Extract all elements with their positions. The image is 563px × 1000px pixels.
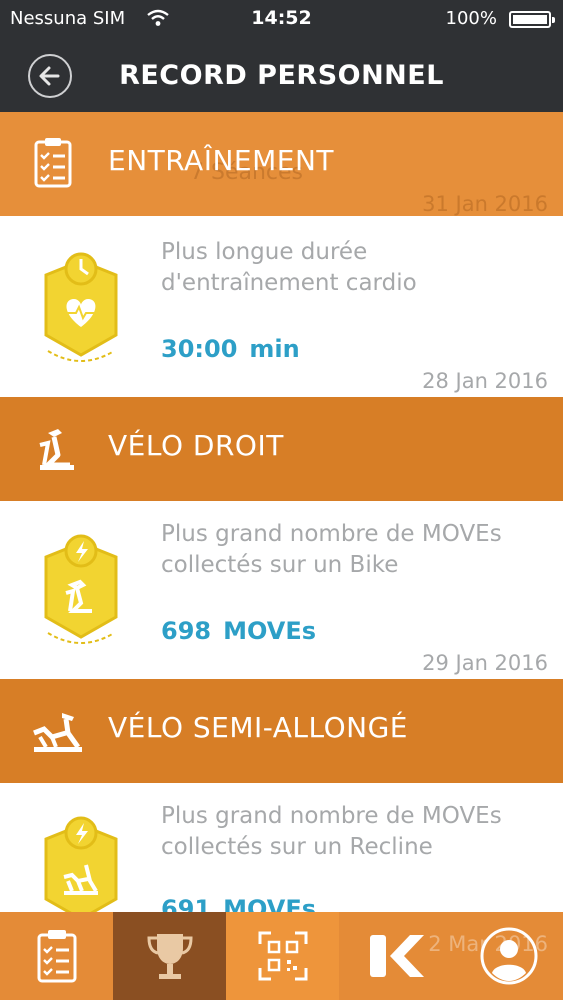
tab-scan[interactable] <box>226 912 339 1000</box>
section-header-upright-bike: VÉLO DROIT <box>0 397 563 501</box>
record-description: Plus grand nombre de MOVEs collectés sur… <box>161 803 502 860</box>
record-date: 29 Jan 2016 <box>422 651 548 675</box>
profile-icon <box>480 927 537 985</box>
record-value-unit: MOVEs <box>223 617 317 645</box>
section-title: VÉLO SEMI-ALLONGÉ <box>108 711 408 744</box>
record-value-number: 691 <box>161 895 212 912</box>
k-logo-icon <box>369 935 424 977</box>
tab-brand[interactable] <box>339 912 452 1000</box>
status-bar: Nessuna SIM 14:52 100% <box>0 0 563 38</box>
tab-bar: 2 Mar 2016 <box>0 912 563 1000</box>
hidden-record-date: 31 Jan 2016 <box>422 192 548 216</box>
stopwatch-heart-badge-icon <box>36 247 126 365</box>
record-card-recline-bike[interactable]: Plus grand nombre de MOVEs collectés sur… <box>0 783 563 912</box>
section-header-recline-bike: VÉLO SEMI-ALLONGÉ <box>0 679 563 783</box>
record-value: 698 MOVEs <box>161 617 316 645</box>
record-card-training[interactable]: Plus longue durée d'entraînement cardio … <box>0 219 563 397</box>
recumbent-bike-icon <box>28 703 88 759</box>
trophy-icon <box>146 934 193 979</box>
record-value-number: 30:00 <box>161 335 238 363</box>
tab-workouts[interactable] <box>0 912 113 1000</box>
clipboard-icon <box>37 930 76 983</box>
record-value: 30:00 min <box>161 335 300 363</box>
section-header-training: 31 Jan 2016 7 Séances ENTRAÎNEMENT <box>0 112 563 216</box>
record-value-unit: min <box>249 335 300 363</box>
record-date: 28 Jan 2016 <box>422 369 548 393</box>
section-title: VÉLO DROIT <box>108 429 284 462</box>
battery-icon <box>509 11 555 28</box>
bolt-bike-badge-icon <box>36 529 126 647</box>
record-value-unit: MOVEs <box>223 895 317 912</box>
record-value: 691 MOVEs <box>161 895 316 912</box>
qr-scan-icon <box>258 931 307 981</box>
record-description: Plus grand nombre de MOVEs collectés sur… <box>161 521 502 578</box>
record-description: Plus longue durée d'entraînement cardio <box>161 239 417 296</box>
record-card-upright-bike[interactable]: Plus grand nombre de MOVEs collectés sur… <box>0 501 563 679</box>
tab-records[interactable] <box>113 912 226 1000</box>
section-title: ENTRAÎNEMENT <box>108 144 335 177</box>
tab-profile[interactable] <box>452 912 563 1000</box>
clipboard-icon <box>28 136 88 192</box>
bolt-recline-badge-icon <box>36 811 126 912</box>
record-value-number: 698 <box>161 617 212 645</box>
upright-bike-icon <box>28 421 88 477</box>
nav-bar: RECORD PERSONNEL <box>0 38 563 112</box>
battery-percent: 100% <box>445 8 497 29</box>
page-title: RECORD PERSONNEL <box>119 60 444 91</box>
